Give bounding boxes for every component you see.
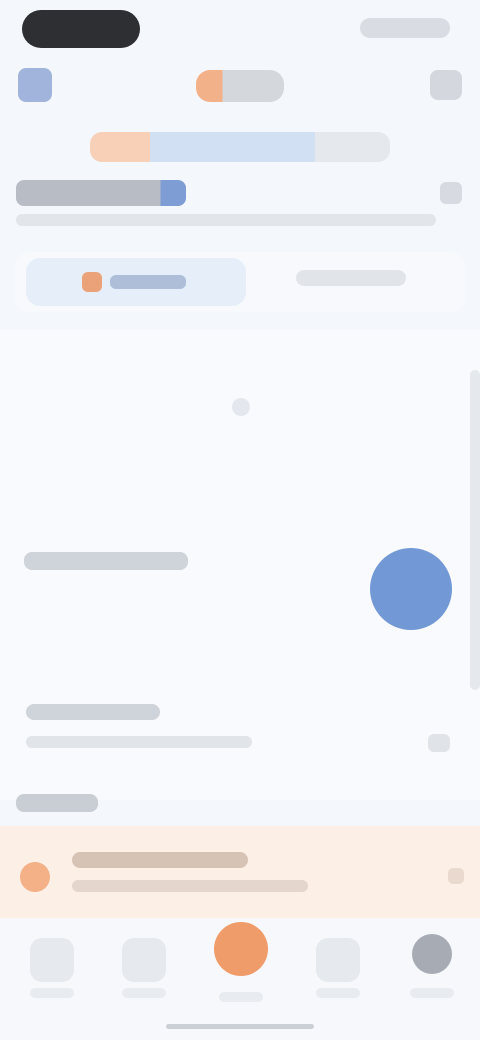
nav-center-label	[219, 992, 263, 1002]
floating-action-button[interactable]	[370, 548, 452, 630]
chevron-down-icon[interactable]	[428, 734, 450, 752]
promo-banner[interactable]	[90, 132, 390, 162]
notice-banner[interactable]	[0, 826, 480, 918]
nav-item-fourth-label	[316, 988, 360, 998]
app-logo	[196, 70, 284, 102]
nav-item-fourth[interactable]	[316, 938, 360, 982]
home-indicator[interactable]	[166, 1024, 314, 1029]
tab-first-icon	[82, 272, 102, 292]
scrollbar[interactable]	[470, 370, 480, 690]
nav-item-home[interactable]	[30, 938, 74, 982]
avatar-icon[interactable]	[412, 934, 452, 974]
page-subtitle	[16, 214, 436, 226]
nav-item-second[interactable]	[122, 938, 166, 982]
page-title	[16, 180, 186, 206]
more-icon[interactable]	[430, 70, 462, 100]
section-title	[24, 552, 188, 570]
tab-second[interactable]	[296, 270, 406, 286]
notice-subtitle	[72, 880, 308, 892]
back-arrow-icon[interactable]	[18, 68, 52, 102]
loading-indicator	[232, 398, 250, 416]
nav-item-profile-label	[410, 988, 454, 998]
alert-icon	[20, 862, 50, 892]
nav-item-second-label	[122, 988, 166, 998]
chevron-right-icon[interactable]	[440, 182, 462, 204]
tab-first-label	[110, 275, 186, 289]
section-label	[16, 794, 98, 812]
notice-title	[72, 852, 248, 868]
status-bar-right	[360, 18, 450, 38]
nav-center-action-button[interactable]	[214, 922, 268, 976]
nav-item-home-label	[30, 988, 74, 998]
tab-first[interactable]	[26, 258, 246, 306]
chevron-right-icon[interactable]	[448, 868, 464, 884]
list-item-subtitle	[26, 736, 252, 748]
list-item-title[interactable]	[26, 704, 160, 720]
status-bar-left	[22, 10, 140, 48]
